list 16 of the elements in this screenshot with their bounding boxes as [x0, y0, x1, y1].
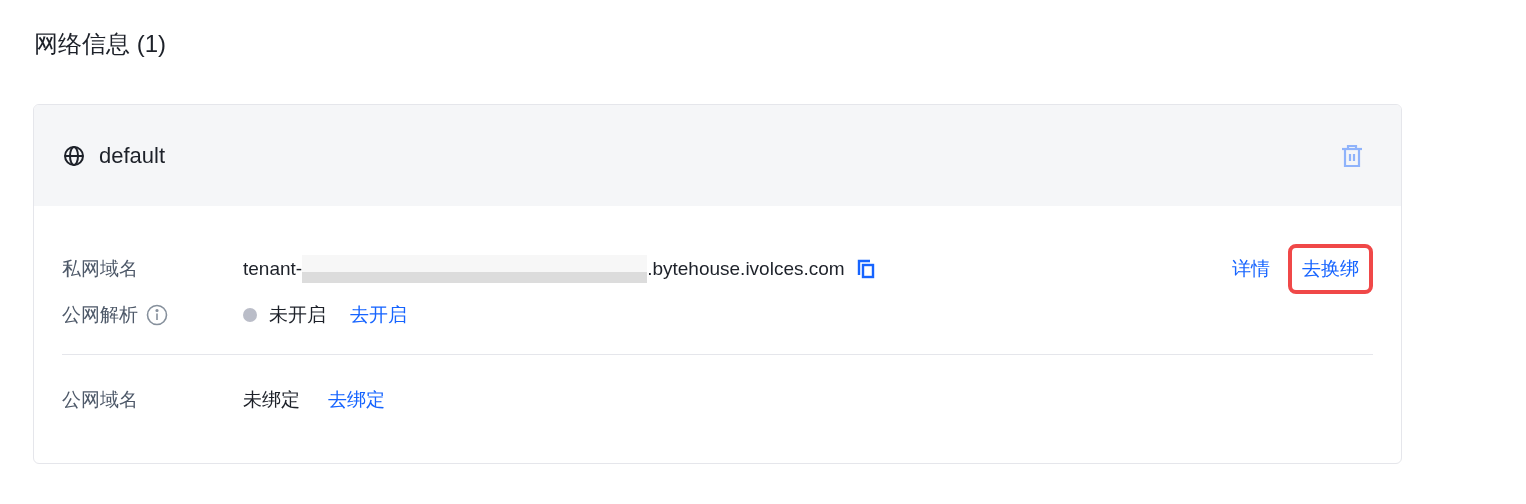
- bind-link[interactable]: 去绑定: [328, 387, 385, 413]
- field-label: 公网解析: [62, 303, 138, 327]
- field-label: 公网域名: [62, 388, 138, 412]
- rebind-link[interactable]: 去换绑: [1302, 258, 1359, 279]
- domain-prefix: tenant-: [243, 258, 303, 280]
- status-text: 未开启: [269, 303, 326, 327]
- section-title: 网络信息 (1): [34, 29, 166, 59]
- info-icon[interactable]: [146, 304, 168, 326]
- copy-icon[interactable]: [856, 259, 875, 279]
- field-label: 私网域名: [62, 257, 138, 281]
- details-link[interactable]: 详情: [1232, 244, 1284, 294]
- enable-link[interactable]: 去开启: [350, 302, 407, 328]
- field-value: 未绑定: [243, 388, 300, 412]
- network-name: default: [99, 142, 166, 169]
- globe-icon: [63, 144, 85, 167]
- domain-suffix: .bytehouse.ivolces.com: [647, 258, 845, 280]
